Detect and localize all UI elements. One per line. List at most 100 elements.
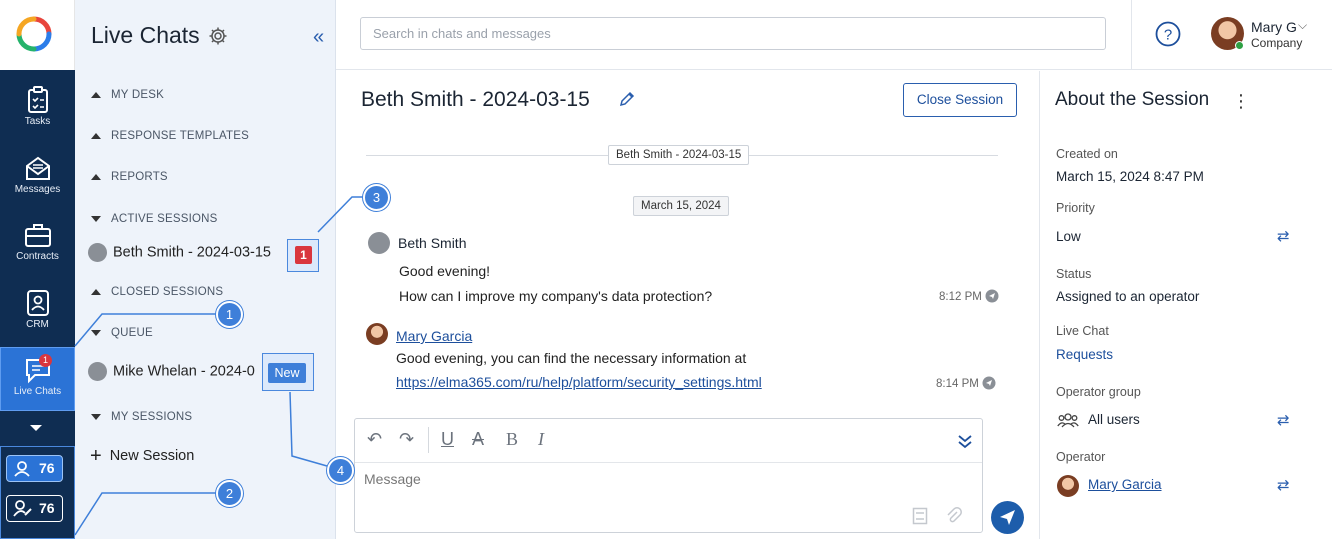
date-chip: March 15, 2024 (633, 196, 729, 216)
section-label: CLOSED SESSIONS (111, 286, 224, 298)
live-chats-badge: 1 (39, 354, 52, 367)
section-queue[interactable]: QUEUE (91, 327, 153, 339)
attachment-icon[interactable] (946, 507, 962, 525)
expand-arrow-icon (91, 413, 101, 420)
section-label: MY DESK (111, 89, 164, 101)
nav-item-tasks[interactable]: Tasks (0, 78, 75, 140)
redo-icon[interactable]: ↷ (399, 429, 414, 450)
message-time-value: 8:12 PM (939, 291, 982, 303)
collapse-arrow-icon (91, 173, 101, 180)
message-text: How can I improve my company's data prot… (399, 288, 713, 304)
change-operator-icon[interactable]: ⇄ (1277, 476, 1290, 494)
envelope-icon (25, 156, 50, 180)
template-icon[interactable] (912, 507, 928, 525)
new-session-button[interactable]: + New Session (90, 445, 194, 468)
session-item-active[interactable]: Beth Smith - 2024-03-15 (88, 243, 271, 265)
nav-item-messages[interactable]: Messages (0, 146, 75, 208)
nav-item-live-chats[interactable]: 1 Live Chats (0, 347, 75, 411)
topbar-divider (1131, 0, 1132, 70)
created-on-label: Created on (1056, 147, 1118, 161)
sent-status-icon (985, 289, 999, 303)
priority-label: Priority (1056, 201, 1095, 215)
user-name[interactable]: Mary G (1251, 19, 1297, 35)
operator-icon (14, 461, 30, 477)
priority-value: Low (1056, 229, 1081, 244)
unread-count-badge: 1 (287, 239, 319, 272)
sent-status-icon (982, 376, 996, 390)
online-status-icon (1235, 41, 1244, 50)
collapse-arrow-icon (91, 91, 101, 98)
section-label: ACTIVE SESSIONS (111, 213, 218, 225)
collapse-arrow-icon (91, 132, 101, 139)
expand-arrow-icon (91, 329, 101, 336)
briefcase-icon (24, 224, 51, 247)
top-bar: Search in chats and messages ? Mary G Co… (336, 0, 1332, 70)
underline-icon[interactable]: U (441, 429, 454, 450)
section-label: RESPONSE TEMPLATES (111, 130, 250, 142)
change-priority-icon[interactable]: ⇄ (1277, 227, 1290, 245)
status-value: Assigned to an operator (1056, 289, 1200, 304)
callout-3: 3 (363, 184, 390, 211)
message-time: 8:12 PM (939, 289, 999, 303)
counter-value-online: 76 (39, 460, 55, 476)
section-my-sessions[interactable]: MY SESSIONS (91, 411, 192, 423)
live-chats-sidebar: Live Chats « MY DESK RESPONSE TEMPLATES … (75, 0, 336, 539)
message-text: Good evening! (399, 263, 491, 279)
operator-label: Operator (1056, 450, 1106, 464)
edit-pencil-icon[interactable] (618, 90, 636, 108)
message-input[interactable]: Message (364, 471, 421, 487)
gear-icon[interactable] (208, 26, 228, 46)
message-time: 8:14 PM (936, 376, 996, 390)
user-edit-icon (13, 500, 32, 517)
send-button[interactable] (991, 501, 1024, 534)
nav-item-crm[interactable]: CRM (0, 281, 75, 343)
section-reports[interactable]: REPORTS (91, 171, 168, 183)
new-badge: New (268, 363, 306, 383)
nav-expand-caret-icon[interactable] (30, 425, 42, 431)
message-author-link[interactable]: Mary Garcia (396, 328, 472, 344)
section-active-sessions[interactable]: ACTIVE SESSIONS (91, 213, 218, 225)
undo-icon[interactable]: ↶ (367, 429, 382, 450)
svg-text:?: ? (1164, 27, 1172, 44)
section-label: QUEUE (111, 327, 153, 339)
help-icon[interactable]: ? (1155, 21, 1181, 47)
live-chat-label: Live Chat (1056, 324, 1109, 338)
collapse-arrow-icon (91, 288, 101, 295)
strikethrough-icon[interactable]: A (472, 429, 484, 450)
bold-icon[interactable]: B (506, 429, 518, 450)
app-logo-icon[interactable] (16, 16, 52, 52)
about-session-panel: About the Session ⋮ Created on March 15,… (1041, 71, 1332, 539)
collapse-sidebar-icon[interactable]: « (313, 26, 324, 49)
double-chevron-down-icon[interactable] (957, 433, 973, 449)
operator-link[interactable]: Mary Garcia (1088, 477, 1162, 492)
nav-item-contracts[interactable]: Contracts (0, 213, 75, 275)
message-link[interactable]: https://elma365.com/ru/help/platform/sec… (396, 374, 762, 390)
chat-panel: Beth Smith - 2024-03-15 Close Session Be… (336, 71, 1040, 539)
section-closed-sessions[interactable]: CLOSED SESSIONS (91, 286, 223, 298)
operator-avatar (1057, 475, 1079, 497)
search-placeholder: Search in chats and messages (373, 26, 551, 41)
callout-2: 2 (216, 480, 243, 507)
sidebar-title: Live Chats (91, 22, 200, 48)
operator-counter-assigned[interactable]: 76 (6, 495, 63, 522)
section-response-templates[interactable]: RESPONSE TEMPLATES (91, 130, 249, 142)
send-icon (1000, 510, 1015, 525)
change-operator-group-icon[interactable]: ⇄ (1277, 411, 1290, 429)
new-session-badge-frame: New (262, 353, 314, 391)
live-chat-link[interactable]: Requests (1056, 347, 1113, 362)
avatar (368, 232, 390, 254)
avatar (88, 243, 107, 262)
chat-title: Beth Smith - 2024-03-15 (361, 88, 590, 111)
nav-label-crm: CRM (26, 319, 49, 330)
message-author: Beth Smith (398, 235, 467, 251)
section-my-desk[interactable]: MY DESK (91, 89, 164, 101)
status-label: Status (1056, 267, 1092, 281)
more-options-icon[interactable]: ⋮ (1232, 91, 1250, 112)
search-input[interactable]: Search in chats and messages (360, 17, 1106, 50)
operator-counter-online[interactable]: 76 (6, 455, 63, 482)
close-session-button[interactable]: Close Session (903, 83, 1017, 117)
new-session-label: New Session (109, 448, 195, 464)
italic-icon[interactable]: I (538, 429, 544, 450)
chevron-down-icon[interactable]: ⌵ (1298, 18, 1307, 33)
session-item-queue[interactable]: Mike Whelan - 2024-0 (88, 362, 255, 384)
